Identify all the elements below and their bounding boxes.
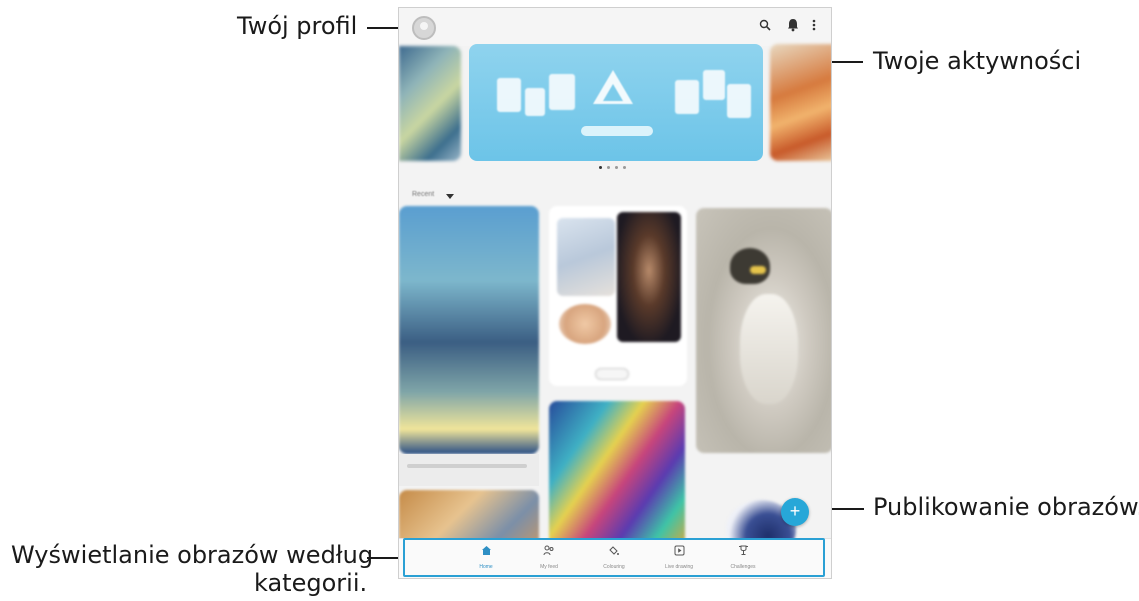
- collection-button[interactable]: [595, 368, 629, 380]
- carousel-dot: [623, 166, 626, 169]
- bell-icon[interactable]: [784, 18, 802, 36]
- carousel-dot: [599, 166, 602, 169]
- collection-image: [559, 304, 611, 344]
- top-bar: [399, 8, 831, 46]
- callout-categories-line1: Wyświetlanie obrazów według: [11, 541, 374, 569]
- artwork-caption: [399, 454, 539, 486]
- callout-publish: Publikowanie obrazów.: [873, 493, 1139, 521]
- collection-image: [557, 218, 615, 296]
- artwork-tile[interactable]: [549, 401, 685, 548]
- carousel-dot: [607, 166, 610, 169]
- bottom-nav-highlight: [403, 538, 825, 577]
- sort-dropdown[interactable]: Recent: [412, 191, 434, 198]
- banner-card: [497, 78, 521, 112]
- more-vertical-icon[interactable]: [805, 18, 823, 36]
- carousel-dot: [615, 166, 618, 169]
- banner-card: [727, 84, 751, 118]
- banner-card: [525, 88, 545, 116]
- banner-logo-inner: [603, 84, 623, 101]
- carousel-indicator: [599, 166, 626, 169]
- profile-avatar[interactable]: [412, 16, 436, 40]
- bird-body: [740, 294, 798, 404]
- callout-activities: Twoje aktywności: [873, 47, 1082, 75]
- chevron-down-icon[interactable]: [446, 194, 454, 199]
- collection-image: [617, 212, 681, 342]
- search-icon[interactable]: [756, 18, 774, 36]
- callout-categories-line2: kategorii.: [254, 569, 368, 597]
- callout-profile: Twój profil: [237, 12, 358, 40]
- banner-main[interactable]: [469, 44, 763, 161]
- bird-beak: [750, 266, 766, 274]
- artwork-tile[interactable]: [696, 208, 831, 453]
- publish-button[interactable]: +: [781, 498, 809, 526]
- banner-button[interactable]: [581, 126, 653, 136]
- banner-card: [703, 70, 725, 100]
- artwork-collection-card[interactable]: [549, 206, 687, 386]
- banner-prev[interactable]: [399, 46, 461, 161]
- banner-next[interactable]: [770, 44, 831, 161]
- banner-card: [675, 80, 699, 114]
- app-screen: Recent + Home My feed Colouring Live dra…: [398, 7, 832, 579]
- banner-card: [549, 74, 575, 110]
- artwork-tile[interactable]: [399, 206, 539, 454]
